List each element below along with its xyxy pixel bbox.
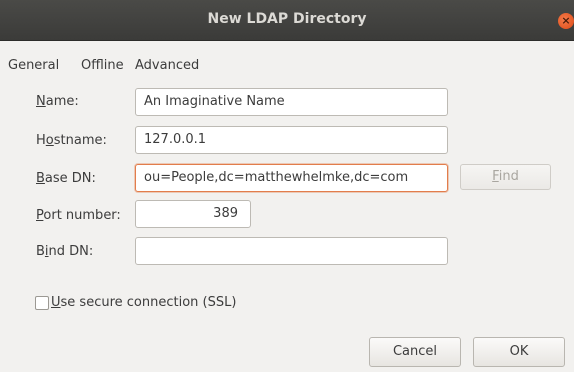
hostname-field[interactable]: 127.0.0.1 [135,126,448,154]
ldap-dialog: New LDAP Directory × General Offline Adv… [0,0,574,372]
title-bar[interactable]: New LDAP Directory × [0,0,574,41]
bind-dn-field[interactable] [135,237,448,265]
base-dn-field[interactable]: ou=People,dc=matthewhelmke,dc=com [135,164,448,192]
port-label: Port number: [36,208,121,223]
cancel-button[interactable]: Cancel [369,337,461,367]
tab-offline[interactable]: Offline [81,58,124,73]
base-dn-label: Base DN: [36,171,96,186]
close-icon[interactable]: × [558,13,574,29]
name-field[interactable]: An Imaginative Name [135,88,448,116]
tab-general[interactable]: General [8,58,59,73]
ssl-label[interactable]: Use secure connection (SSL) [51,295,236,310]
name-label: Name: [36,94,79,109]
tab-advanced[interactable]: Advanced [135,58,199,73]
window-title: New LDAP Directory [207,11,367,27]
ok-button[interactable]: OK [473,337,565,367]
hostname-label: Hostname: [36,133,107,148]
find-button[interactable]: Find [460,164,551,190]
port-field[interactable]: 389 [135,200,251,228]
bind-dn-label: Bind DN: [36,244,94,259]
ssl-checkbox[interactable] [35,296,49,310]
